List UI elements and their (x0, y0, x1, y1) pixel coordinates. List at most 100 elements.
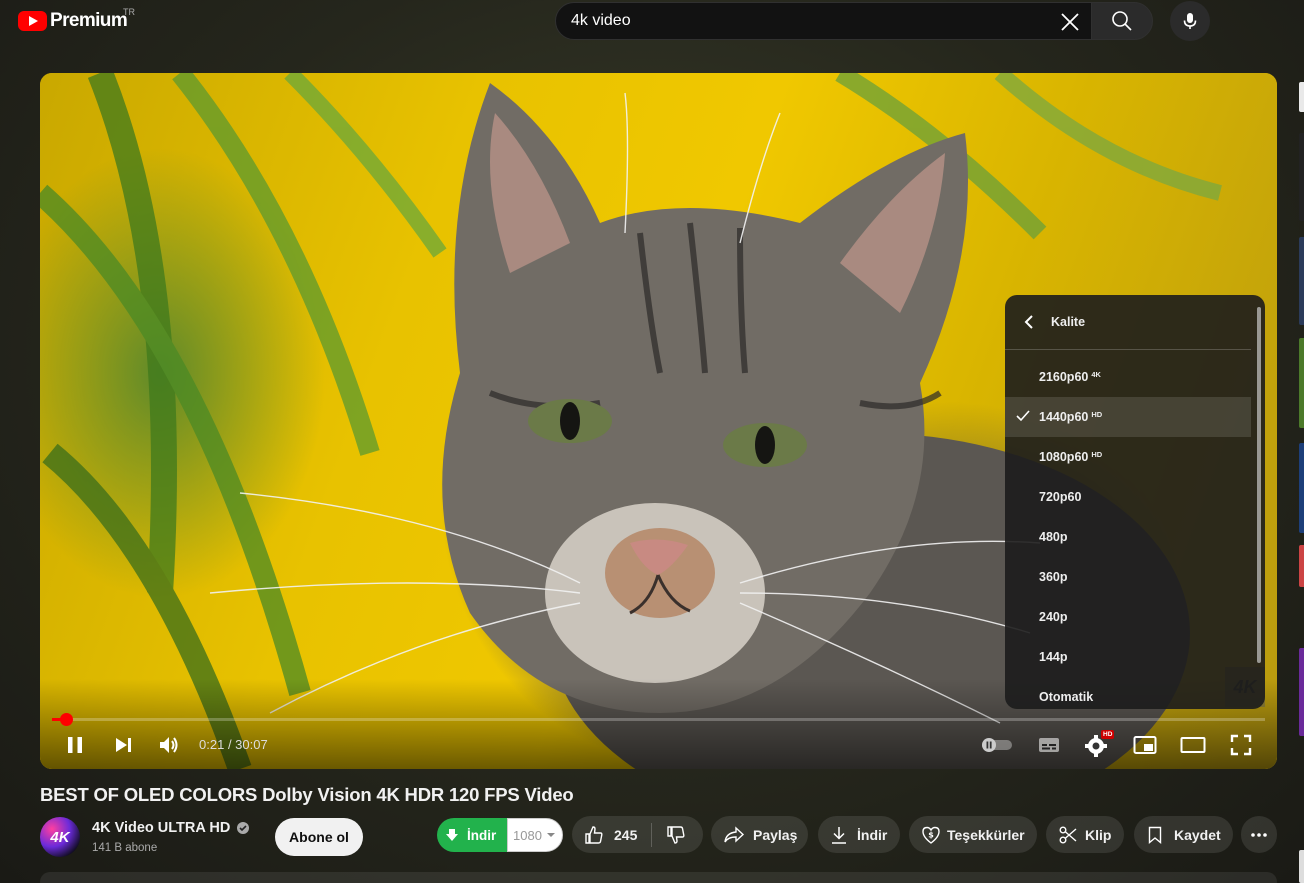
youtube-premium-logo[interactable]: Premium (18, 8, 128, 34)
sidebar-thumbnail[interactable] (1299, 237, 1304, 325)
quality-option[interactable]: 240p (1005, 597, 1251, 637)
search-box[interactable]: 4k video (555, 2, 1092, 40)
quality-option[interactable]: 1080p60 HD (1005, 437, 1251, 477)
theater-icon (1180, 737, 1206, 753)
quality-menu-title: Kalite (1051, 315, 1086, 329)
fullscreen-icon (1230, 734, 1252, 756)
quality-option-label: Otomatik (1039, 690, 1094, 704)
clip-button[interactable]: Klip (1046, 816, 1124, 853)
volume-icon (160, 737, 178, 753)
extension-download-label: İndir (467, 827, 497, 843)
pause-icon (68, 737, 82, 753)
subscribe-button[interactable]: Abone ol (275, 818, 363, 856)
quality-option-label: 720p60 (1039, 490, 1082, 504)
settings-button[interactable]: HD (1082, 730, 1115, 759)
quality-option[interactable]: 480p (1005, 517, 1251, 557)
subscriber-count: 141 B abone (92, 842, 158, 854)
mute-button[interactable] (154, 731, 184, 759)
quality-option[interactable]: 144p (1005, 637, 1251, 677)
save-button[interactable]: Kaydet (1134, 816, 1233, 853)
scrubber-handle[interactable] (60, 713, 74, 726)
miniplayer-icon (1133, 736, 1157, 754)
quality-option-label: 144p (1039, 650, 1068, 664)
miniplayer-button[interactable] (1130, 731, 1160, 759)
progress-bar[interactable] (52, 713, 1265, 726)
quality-badge: HD (1091, 449, 1103, 459)
more-actions-button[interactable] (1241, 816, 1277, 853)
super-thanks-icon: $ (922, 826, 940, 844)
top-bar: Premium TR 4k video (0, 0, 1304, 44)
logo-text: Premium (50, 10, 128, 31)
share-button[interactable]: Paylaş (711, 816, 808, 853)
clear-search-button[interactable] (1057, 9, 1083, 35)
quality-option-label: 360p (1039, 570, 1068, 584)
time-total: 30:07 (235, 737, 268, 752)
chevron-down-icon (546, 833, 555, 837)
like-count: 245 (614, 826, 638, 843)
share-label: Paylaş (753, 826, 798, 843)
extension-download-button[interactable]: İndir (437, 818, 507, 852)
fullscreen-button[interactable] (1226, 731, 1256, 759)
search-icon (1112, 11, 1132, 31)
quality-option[interactable]: 360p (1005, 557, 1251, 597)
next-button[interactable] (108, 731, 138, 759)
voice-search-button[interactable] (1170, 1, 1210, 41)
description-card[interactable] (40, 872, 1277, 883)
channel-name[interactable]: 4K Video ULTRA HD (92, 820, 230, 836)
thanks-button[interactable]: $ Teşekkürler (909, 816, 1037, 853)
theater-mode-button[interactable] (1178, 731, 1208, 759)
quality-badge: HD (1091, 409, 1103, 419)
channel-name-row[interactable]: 4K Video ULTRA HD (92, 820, 250, 836)
checkmark-icon (1016, 410, 1030, 422)
quality-badge: 4K (1091, 369, 1101, 379)
download-icon (832, 826, 846, 844)
quality-menu: Kalite 2160p60 4K 1440p60 HD 1080p60 HD 720p60… (1005, 295, 1265, 709)
time-display: 0:21 / 30:07 (199, 737, 268, 752)
sidebar-thumbnail[interactable] (1299, 443, 1304, 533)
sidebar-thumbnail[interactable] (1299, 545, 1304, 587)
back-arrow-icon[interactable] (1023, 315, 1035, 329)
quality-menu-header[interactable]: Kalite (1005, 295, 1251, 350)
search-input[interactable]: 4k video (571, 12, 631, 30)
save-label: Kaydet (1174, 826, 1221, 843)
download-quality-value: 1080 (513, 827, 542, 843)
quality-menu-scrollbar[interactable] (1257, 307, 1261, 663)
quality-option[interactable]: 2160p60 4K (1005, 357, 1251, 397)
quality-option-label: 240p (1039, 610, 1068, 624)
autoplay-toggle[interactable] (980, 731, 1014, 759)
bookmark-icon (1148, 826, 1162, 844)
quality-option-label: 480p (1039, 530, 1068, 544)
dislike-button[interactable] (652, 816, 686, 853)
quality-option[interactable]: 720p60 (1005, 477, 1251, 517)
clip-label: Klip (1085, 826, 1112, 843)
time-current: 0:21 (199, 737, 225, 752)
sidebar-thumbnail[interactable] (1299, 850, 1304, 883)
skip-next-icon (116, 738, 131, 752)
pause-button[interactable] (60, 731, 90, 759)
verified-icon (237, 822, 250, 834)
sidebar-thumbnail[interactable] (1299, 82, 1304, 112)
search-button[interactable] (1091, 2, 1153, 40)
download-quality-select[interactable]: 1080 (507, 818, 563, 852)
channel-avatar[interactable]: 4K (40, 817, 80, 857)
subtitles-button[interactable] (1034, 731, 1064, 759)
hd-badge: HD (1101, 730, 1115, 739)
more-horizontal-icon (1251, 832, 1267, 837)
download-button[interactable]: İndir (818, 816, 900, 853)
thumbs-up-icon (585, 825, 603, 844)
quality-options-list: 2160p60 4K 1440p60 HD 1080p60 HD 720p60 480p 360… (1005, 350, 1265, 709)
thanks-label: Teşekkürler (947, 826, 1025, 843)
download-label: İndir (857, 826, 888, 843)
quality-option[interactable]: Otomatik (1005, 677, 1251, 709)
subtitles-icon (1039, 738, 1059, 752)
sidebar-thumbnail[interactable] (1299, 648, 1304, 736)
thumbs-down-icon (667, 825, 685, 844)
quality-option[interactable]: 1440p60 HD (1005, 397, 1251, 437)
sidebar-thumbnail[interactable] (1299, 338, 1304, 428)
sidebar-thumbnail[interactable] (1299, 133, 1304, 221)
quality-option-label: 2160p60 (1039, 370, 1089, 384)
video-title: BEST OF OLED COLORS Dolby Vision 4K HDR … (40, 784, 574, 805)
like-button[interactable]: 245 (572, 816, 637, 853)
video-player[interactable]: 0:21 / 30:07 HD Kalite 2160p60 4K 1440p6… (40, 73, 1277, 769)
scissors-icon (1059, 826, 1077, 843)
